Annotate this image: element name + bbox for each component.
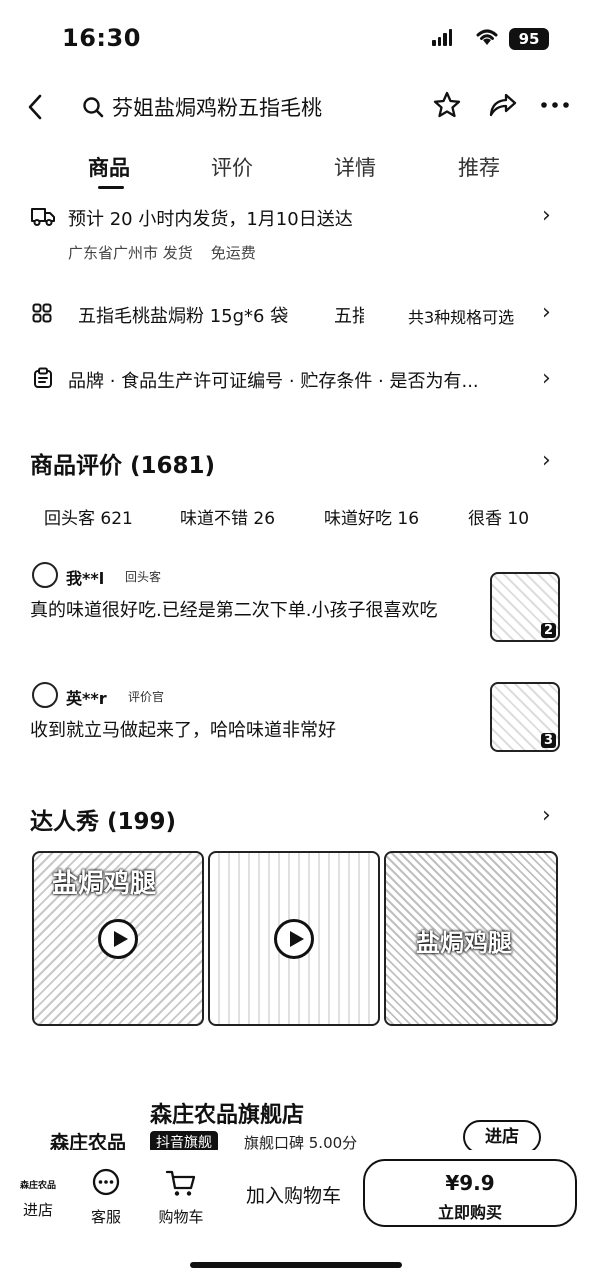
search-query: 芬姐盐焗鸡粉五指毛桃 xyxy=(112,96,322,120)
bottom-store-button[interactable]: 森庄农品 进店 xyxy=(18,1168,58,1220)
review-username: 我**l xyxy=(66,569,105,588)
battery-icon: 95 xyxy=(509,28,549,50)
review-text[interactable]: 真的味道很好吃.已经是第二次下单.小孩子很喜欢吃 xyxy=(30,597,460,624)
grid-icon xyxy=(32,303,52,323)
photo-count: 3 xyxy=(540,733,556,748)
talent-show-title[interactable]: 达人秀 (199) xyxy=(30,802,176,836)
chevron-right-icon[interactable]: › xyxy=(542,803,551,828)
tab-product[interactable]: 商品 xyxy=(88,152,130,182)
chevron-right-icon[interactable]: › xyxy=(542,203,551,228)
status-time: 16:30 xyxy=(62,24,141,52)
review-photo[interactable]: 2 xyxy=(490,572,560,642)
bottom-store-label: 进店 xyxy=(22,1201,53,1219)
search-icon xyxy=(83,97,104,118)
review-username: 英**r xyxy=(66,689,107,708)
review-tag[interactable]: 味道不错 26 xyxy=(180,504,275,529)
tab-indicator xyxy=(98,186,124,189)
chevron-right-icon[interactable]: › xyxy=(542,448,551,473)
share-icon[interactable] xyxy=(488,92,518,118)
photo-count: 2 xyxy=(540,623,556,638)
review-text[interactable]: 收到就立马做起来了，哈哈味道非常好 xyxy=(30,717,460,744)
delivery-details: 广东省广州市 发货 免运费 xyxy=(68,242,256,263)
video-caption: 盐焗鸡腿 xyxy=(52,869,157,899)
review-badge: 评价官 xyxy=(128,690,165,704)
tab-details[interactable]: 详情 xyxy=(334,152,376,182)
review-tag[interactable]: 很香 10 xyxy=(468,504,529,529)
enter-store-button[interactable]: 进店 xyxy=(463,1120,541,1154)
video-thumbnail[interactable]: 盐焗鸡腿 xyxy=(384,851,558,1026)
price: ¥9.9 xyxy=(445,1171,495,1195)
truck-icon xyxy=(31,208,55,226)
add-to-cart-button[interactable]: 加入购物车 xyxy=(246,1181,341,1208)
review-photo[interactable]: 3 xyxy=(490,682,560,752)
chevron-right-icon[interactable]: › xyxy=(542,366,551,391)
bottom-service-label: 客服 xyxy=(90,1208,121,1226)
shipping-fee: 免运费 xyxy=(210,244,256,262)
avatar xyxy=(32,682,58,708)
video-caption: 盐焗鸡腿 xyxy=(416,929,512,957)
bottom-cart-label: 购物车 xyxy=(158,1208,204,1226)
video-thumbnail[interactable]: 盐焗鸡腿 xyxy=(32,851,204,1026)
store-mini-logo: 森庄农品 xyxy=(19,1181,56,1191)
reviews-title[interactable]: 商品评价 (1681) xyxy=(30,446,215,480)
video-thumbnail[interactable] xyxy=(208,851,380,1026)
product-params[interactable]: 品牌 · 食品生产许可证编号 · 贮存条件 · 是否为有... xyxy=(68,367,479,393)
buy-now-button[interactable]: ¥9.9 立即购买 xyxy=(363,1159,577,1227)
review-tag[interactable]: 回头客 621 xyxy=(44,504,133,529)
avatar xyxy=(32,562,58,588)
cart-icon xyxy=(165,1170,196,1196)
cellular-signal-icon xyxy=(432,29,452,46)
search-bar[interactable]: 芬姐盐焗鸡粉五指毛桃 xyxy=(82,90,322,124)
chat-icon xyxy=(92,1168,120,1196)
wifi-icon xyxy=(476,29,498,45)
play-icon[interactable] xyxy=(98,918,138,959)
back-icon[interactable] xyxy=(22,92,50,122)
buy-now-label: 立即购买 xyxy=(437,1203,502,1222)
more-icon[interactable] xyxy=(540,100,570,110)
tab-reviews[interactable]: 评价 xyxy=(211,152,253,182)
delivery-estimate[interactable]: 预计 20 小时内发货，1月10日送达 xyxy=(68,205,353,231)
tab-recommend[interactable]: 推荐 xyxy=(458,152,500,182)
review-tag[interactable]: 味道好吃 16 xyxy=(324,504,419,529)
bottom-service-button[interactable]: 客服 xyxy=(86,1168,126,1227)
review-badge: 回头客 xyxy=(125,570,162,584)
bottom-cart-button[interactable]: 购物车 xyxy=(155,1168,207,1227)
clipboard-icon xyxy=(34,367,52,388)
star-icon[interactable] xyxy=(432,90,462,120)
home-indicator xyxy=(190,1262,402,1268)
ship-origin: 广东省广州市 发货 xyxy=(68,244,193,262)
spec-option-1[interactable]: 五指毛桃盐焗粉 15g*6 袋 xyxy=(78,302,288,328)
store-name[interactable]: 森庄农品旗舰店 xyxy=(150,1097,304,1129)
chevron-right-icon[interactable]: › xyxy=(542,300,551,325)
spec-option-2[interactable]: 五指毛 xyxy=(334,302,364,328)
spec-count[interactable]: 共3种规格可选 xyxy=(408,304,514,328)
product-tabs: 商品 评价 详情 推荐 xyxy=(0,152,591,194)
play-icon[interactable] xyxy=(274,918,314,959)
